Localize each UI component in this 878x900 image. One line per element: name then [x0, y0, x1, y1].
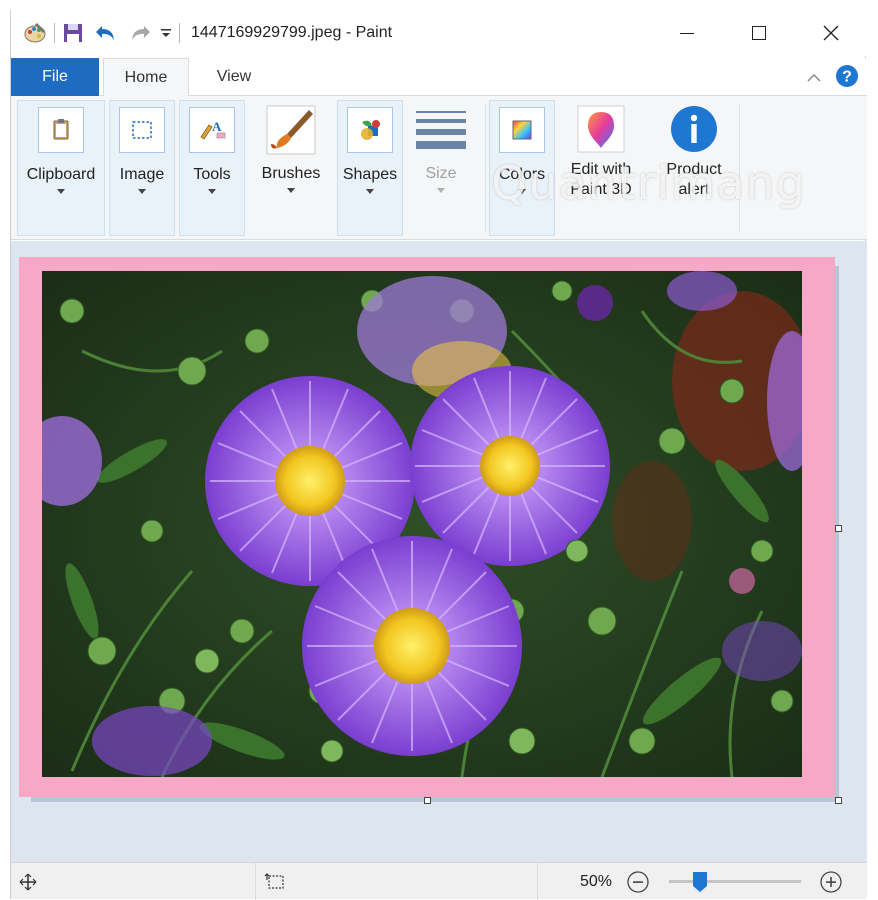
tools-chevron-down-icon: [208, 189, 216, 194]
ribbon-tabs: File Home View ?: [11, 58, 867, 97]
resize-handle-corner[interactable]: [835, 797, 842, 804]
paint-window: 1447169929799.jpeg - Paint File Home Vie…: [10, 10, 867, 900]
resize-handle-right[interactable]: [835, 525, 842, 532]
title-separator: [179, 23, 180, 43]
quick-access-separator: [54, 23, 55, 43]
info-icon: [669, 104, 719, 154]
brushes-group[interactable]: Brushes: [249, 100, 333, 236]
title-bar: 1447169929799.jpeg - Paint: [11, 10, 867, 56]
zoom-slider-track[interactable]: [669, 880, 801, 883]
size-icon: [415, 106, 467, 152]
help-icon[interactable]: ?: [835, 64, 859, 93]
watermark: Quantrimang: [491, 156, 806, 210]
tools-group[interactable]: A Tools: [179, 100, 245, 236]
paint-app-icon[interactable]: [23, 10, 47, 56]
zoom-level: 50%: [580, 873, 613, 890]
size-chevron-down-icon: [437, 188, 445, 193]
status-bar: 50%: [11, 862, 867, 900]
collapse-ribbon-icon[interactable]: [807, 70, 821, 88]
brushes-chevron-down-icon: [287, 188, 295, 193]
shapes-icon: [347, 107, 393, 153]
clipboard-chevron-down-icon: [57, 189, 65, 194]
image-canvas[interactable]: [19, 257, 835, 797]
window-controls: [651, 10, 867, 56]
resize-handle-bottom[interactable]: [424, 797, 431, 804]
image-label: Image: [119, 166, 165, 183]
canvas-area[interactable]: [11, 241, 867, 862]
selection-size-icon: [264, 872, 286, 897]
redo-icon[interactable]: [128, 10, 152, 56]
svg-text:?: ?: [842, 69, 852, 86]
size-label: Size: [425, 165, 457, 182]
shapes-chevron-down-icon: [366, 189, 374, 194]
ribbon-separator: [485, 104, 486, 232]
zoom-in-icon[interactable]: [819, 870, 843, 899]
svg-text:A: A: [212, 119, 222, 134]
clipboard-group[interactable]: Clipboard: [17, 100, 105, 236]
paint3d-icon: [576, 104, 626, 154]
clipboard-label: Clipboard: [26, 166, 96, 183]
brushes-label: Brushes: [261, 165, 321, 182]
zoom-slider-thumb[interactable]: [692, 871, 708, 893]
flower-photo: [42, 271, 802, 777]
cursor-position-icon: [19, 873, 37, 896]
image-chevron-down-icon: [138, 189, 146, 194]
colors-icon: [499, 107, 545, 153]
tools-icon: A: [189, 107, 235, 153]
ribbon-options: ?: [807, 64, 859, 93]
select-icon: [119, 107, 165, 153]
status-separator-2: [537, 863, 538, 900]
clipboard-icon: [38, 107, 84, 153]
save-icon[interactable]: [62, 10, 84, 56]
tab-file[interactable]: File: [11, 58, 99, 96]
brushes-icon: [265, 104, 317, 156]
window-title: 1447169929799.jpeg - Paint: [191, 24, 393, 41]
close-button[interactable]: [795, 10, 867, 56]
size-group: Size: [409, 100, 473, 236]
image-group[interactable]: Image: [109, 100, 175, 236]
tab-view[interactable]: View: [201, 58, 267, 96]
tab-home[interactable]: Home: [103, 58, 189, 97]
maximize-button[interactable]: [723, 10, 795, 56]
tools-label: Tools: [193, 166, 231, 183]
zoom-out-icon[interactable]: [626, 870, 650, 899]
shapes-group[interactable]: Shapes: [337, 100, 403, 236]
customize-dropdown-icon[interactable]: [160, 10, 172, 56]
undo-icon[interactable]: [94, 10, 118, 56]
minimize-button[interactable]: [651, 10, 723, 56]
status-separator-1: [255, 863, 256, 900]
shapes-label: Shapes: [342, 166, 398, 183]
